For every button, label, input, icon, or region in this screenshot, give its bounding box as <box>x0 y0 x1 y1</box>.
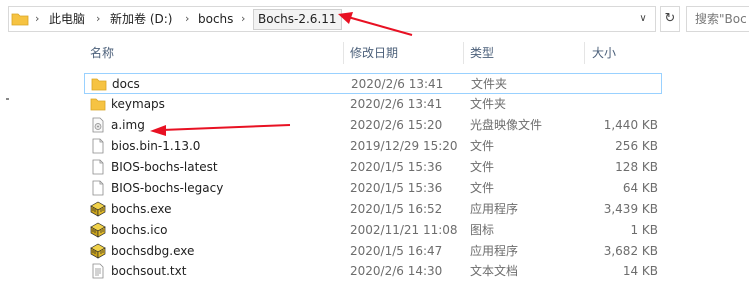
annotation-overlay <box>150 12 413 136</box>
arrow-to-a-img <box>150 124 291 136</box>
arrow-to-current-folder <box>338 12 413 36</box>
